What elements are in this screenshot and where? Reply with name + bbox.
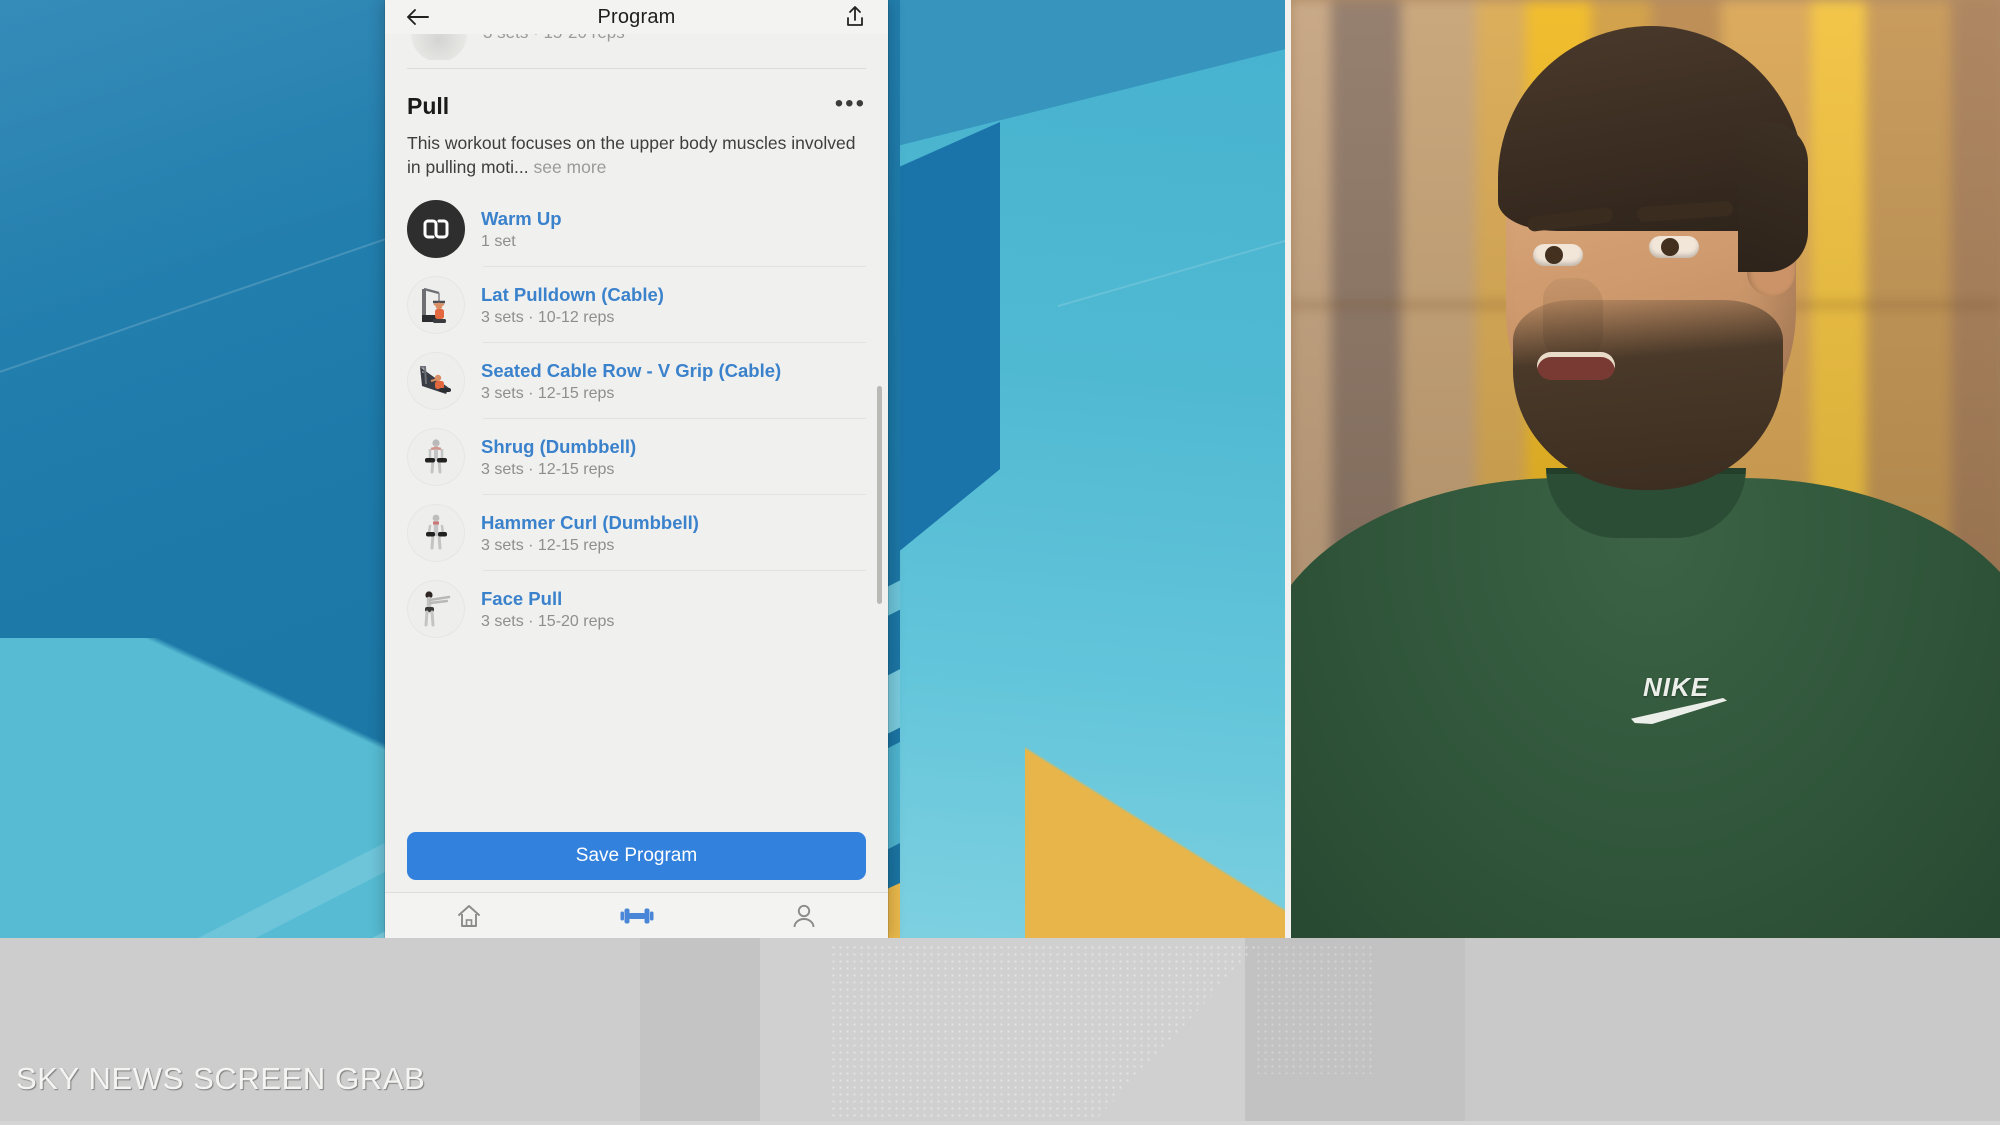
broadcast-caption: SKY NEWS SCREEN GRAB [16, 1061, 426, 1096]
person-pupil-left [1545, 246, 1563, 264]
program-scroll-area[interactable]: 3 sets · 15-20 reps Pull ••• This workou… [385, 34, 888, 818]
section-title: Pull [407, 93, 450, 119]
exercise-text: Shrug (Dumbbell) 3 sets · 12-15 reps [481, 436, 636, 479]
bottom-rule [0, 1121, 2000, 1125]
exercise-meta: 1 set [481, 232, 516, 250]
background-gold-wedge-mid [1025, 738, 1285, 938]
screenshot-stage: NIKE Program Pull ••• This workout focus… [0, 0, 2000, 1125]
exercise-text: Seated Cable Row - V Grip (Cable) 3 sets… [481, 360, 781, 403]
video-panel: NIKE [1291, 0, 2000, 938]
person-eye-right [1649, 236, 1699, 258]
app-header: Program [385, 0, 888, 34]
person-pupil-right [1661, 238, 1679, 256]
list-item[interactable]: Seated Cable Row - V Grip (Cable) 3 sets… [385, 343, 888, 420]
exercise-text: Lat Pulldown (Cable) 3 sets · 10-12 reps [481, 284, 664, 327]
seated-cable-row-machine-icon [407, 352, 465, 411]
background-mid-hairline [1057, 194, 1285, 308]
page-title: Program [597, 5, 676, 28]
section-description: This workout focuses on the upper body m… [385, 126, 888, 179]
phone-screen: Program 3 sets · 15-20 reps Pull ••• Thi… [385, 0, 888, 938]
exercise-meta: 3 sets · 12-15 reps [481, 460, 615, 478]
exercise-meta: 3 sets · 15-20 reps [481, 612, 615, 630]
see-more-link[interactable]: see more [533, 157, 606, 177]
cutoff-exercise-thumbnail [411, 34, 467, 60]
lowerbar-segment-2 [640, 938, 760, 1125]
background-mid-dark-top [900, 0, 1285, 148]
exercise-meta: 3 sets · 12-15 reps [481, 384, 615, 402]
app-logo-icon [407, 200, 465, 259]
exercise-name[interactable]: Hammer Curl (Dumbbell) [481, 512, 699, 534]
share-icon[interactable] [840, 2, 870, 32]
list-item[interactable]: Hammer Curl (Dumbbell) 3 sets · 12-15 re… [385, 495, 888, 572]
tab-workouts[interactable] [553, 893, 721, 938]
save-program-button[interactable]: Save Program [407, 832, 866, 880]
list-item[interactable]: Lat Pulldown (Cable) 3 sets · 10-12 reps [385, 267, 888, 344]
broadcast-background: NIKE [0, 0, 2000, 938]
dumbbell-icon [620, 908, 653, 923]
person-mouth [1537, 352, 1615, 380]
bottom-tab-bar [385, 892, 888, 938]
exercise-name[interactable]: Shrug (Dumbbell) [481, 436, 636, 458]
exercise-name[interactable]: Seated Cable Row - V Grip (Cable) [481, 360, 781, 382]
row-divider [483, 646, 866, 647]
exercise-meta: 3 sets · 10-12 reps [481, 308, 615, 326]
exercise-name[interactable]: Lat Pulldown (Cable) [481, 284, 664, 306]
cutoff-exercise-meta: 3 sets · 15-20 reps [483, 34, 625, 43]
lat-pulldown-machine-icon [407, 276, 465, 335]
section-header: Pull ••• [385, 69, 888, 126]
exercise-text: Hammer Curl (Dumbbell) 3 sets · 12-15 re… [481, 512, 699, 555]
lowerbar-dot-texture-secondary [1255, 944, 1375, 1074]
save-button-container: Save Program [385, 818, 888, 892]
dumbbell-hammer-curl-icon [407, 504, 465, 563]
lower-graphics-bar: SKY NEWS SCREEN GRAB [0, 938, 2000, 1125]
exercise-meta: 3 sets · 12-15 reps [481, 536, 615, 554]
face-pull-icon [407, 580, 465, 639]
vertical-scrollbar[interactable] [877, 386, 882, 604]
tab-home[interactable] [385, 893, 553, 938]
list-item[interactable]: Face Pull 3 sets · 15-20 reps [385, 571, 888, 647]
tab-profile[interactable] [720, 893, 888, 938]
list-item[interactable]: Shrug (Dumbbell) 3 sets · 12-15 reps [385, 419, 888, 496]
dumbbell-shrug-icon [407, 428, 465, 487]
background-mid-parallelogram [900, 122, 1000, 567]
person-torso-shirt [1291, 478, 2000, 938]
cutoff-exercise-row[interactable]: 3 sets · 15-20 reps [385, 34, 888, 60]
shirt-brand-text: NIKE [1643, 672, 1710, 702]
background-mid-panel [900, 0, 1285, 938]
person-eye-left [1533, 244, 1583, 266]
back-arrow-icon[interactable] [403, 2, 433, 32]
exercise-text: Face Pull 3 sets · 15-20 reps [481, 588, 614, 631]
profile-icon [793, 904, 815, 927]
section-description-text: This workout focuses on the upper body m… [407, 133, 856, 177]
exercise-list: Warm Up 1 set Lat Pulldown (Cable) 3 set… [385, 179, 888, 653]
exercise-text: Warm Up 1 set [481, 208, 562, 251]
home-icon [457, 904, 480, 927]
exercise-name[interactable]: Warm Up [481, 208, 562, 230]
list-item[interactable]: Warm Up 1 set [385, 191, 888, 268]
more-options-icon[interactable]: ••• [835, 91, 866, 115]
exercise-name[interactable]: Face Pull [481, 588, 614, 610]
lowerbar-segment-5 [1465, 938, 2000, 1125]
